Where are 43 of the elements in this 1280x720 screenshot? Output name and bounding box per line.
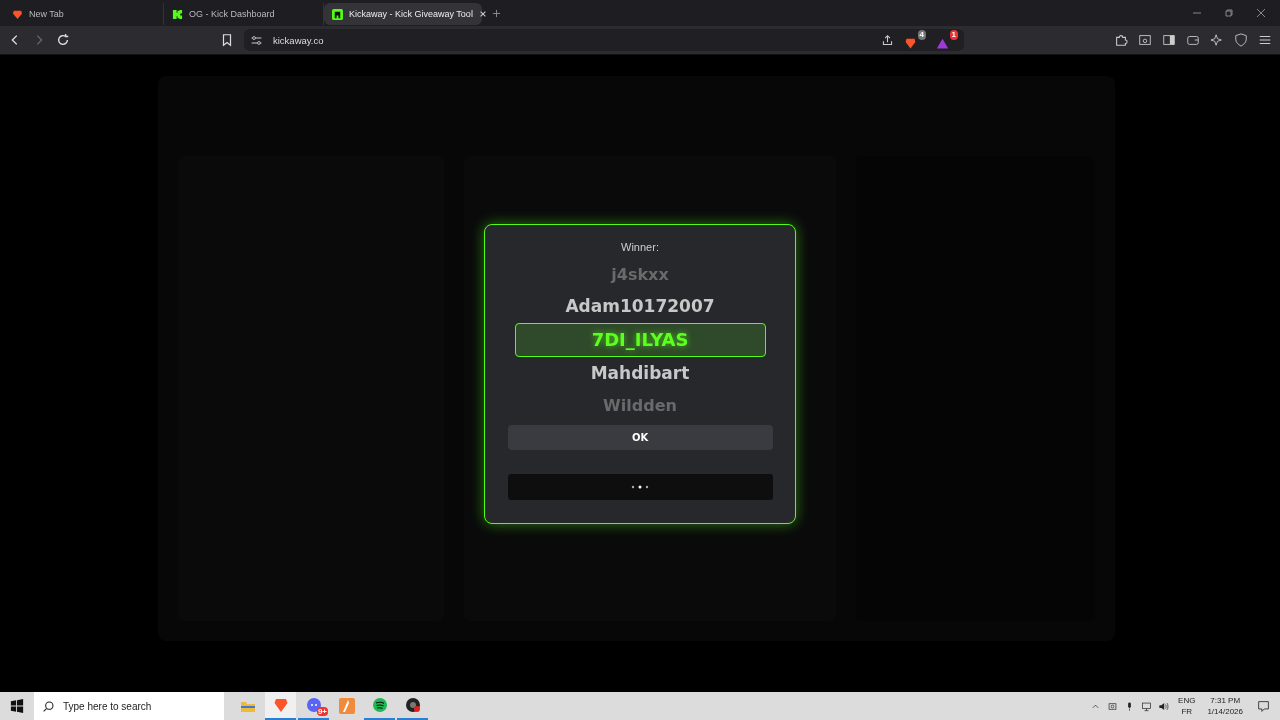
k-logo-icon [172, 8, 183, 20]
winner-name: 7DI_ILYAS [514, 322, 766, 357]
reader-icon[interactable] [1138, 33, 1152, 47]
rewards-button[interactable]: 1 [936, 30, 958, 50]
keyboard-layout-label: FR [1181, 706, 1193, 717]
participant-name: j4skxx [609, 263, 670, 286]
loading-dots-icon [630, 484, 650, 489]
sparkle-icon[interactable] [1210, 33, 1224, 47]
close-icon[interactable] [478, 10, 487, 18]
address-bar[interactable]: kickaway.co 4 1 [244, 29, 964, 51]
close-icon[interactable] [1256, 8, 1266, 18]
share-icon[interactable] [881, 33, 894, 47]
reload-icon[interactable] [56, 33, 70, 47]
plus-icon[interactable] [492, 8, 501, 18]
restore-icon[interactable] [1224, 8, 1234, 18]
sliders-icon [250, 33, 263, 47]
network-icon[interactable] [1141, 700, 1153, 712]
menu-icon[interactable] [1258, 33, 1272, 47]
speaker-icon[interactable] [1158, 700, 1170, 712]
wallet-icon[interactable] [1186, 33, 1200, 47]
search-icon [42, 699, 55, 713]
time-label: 7:31 PM [1210, 695, 1241, 706]
language-indicator[interactable]: ENG FR [1178, 695, 1196, 717]
shields-button[interactable]: 4 [904, 30, 926, 50]
ok-button[interactable]: OK [507, 424, 773, 450]
participant-name: Mahdibart [590, 361, 690, 385]
notification-icon[interactable] [1257, 699, 1270, 713]
puzzle-icon[interactable] [1114, 33, 1128, 47]
windows-start-icon[interactable] [10, 699, 24, 713]
bookmark-icon[interactable] [220, 33, 234, 47]
language-label: ENG [1178, 695, 1196, 706]
browser-tab[interactable]: OG - Kick Dashboard [164, 3, 324, 25]
date-label: 1/14/2026 [1207, 706, 1243, 717]
winner-label: Winner: [621, 240, 659, 253]
participant-name: Wildden [602, 394, 678, 417]
participant-name: Adam10172007 [565, 294, 715, 318]
taskbar-search-field[interactable]: Type here to search [34, 692, 224, 720]
triangle-icon [936, 37, 949, 50]
clock[interactable]: 7:31 PM 1/14/2026 [1207, 695, 1243, 717]
sidebar-icon[interactable] [1162, 33, 1176, 47]
browser-tab[interactable]: New Tab [4, 3, 164, 25]
camera-icon[interactable] [1107, 700, 1119, 712]
shield-icon[interactable] [1234, 33, 1248, 47]
